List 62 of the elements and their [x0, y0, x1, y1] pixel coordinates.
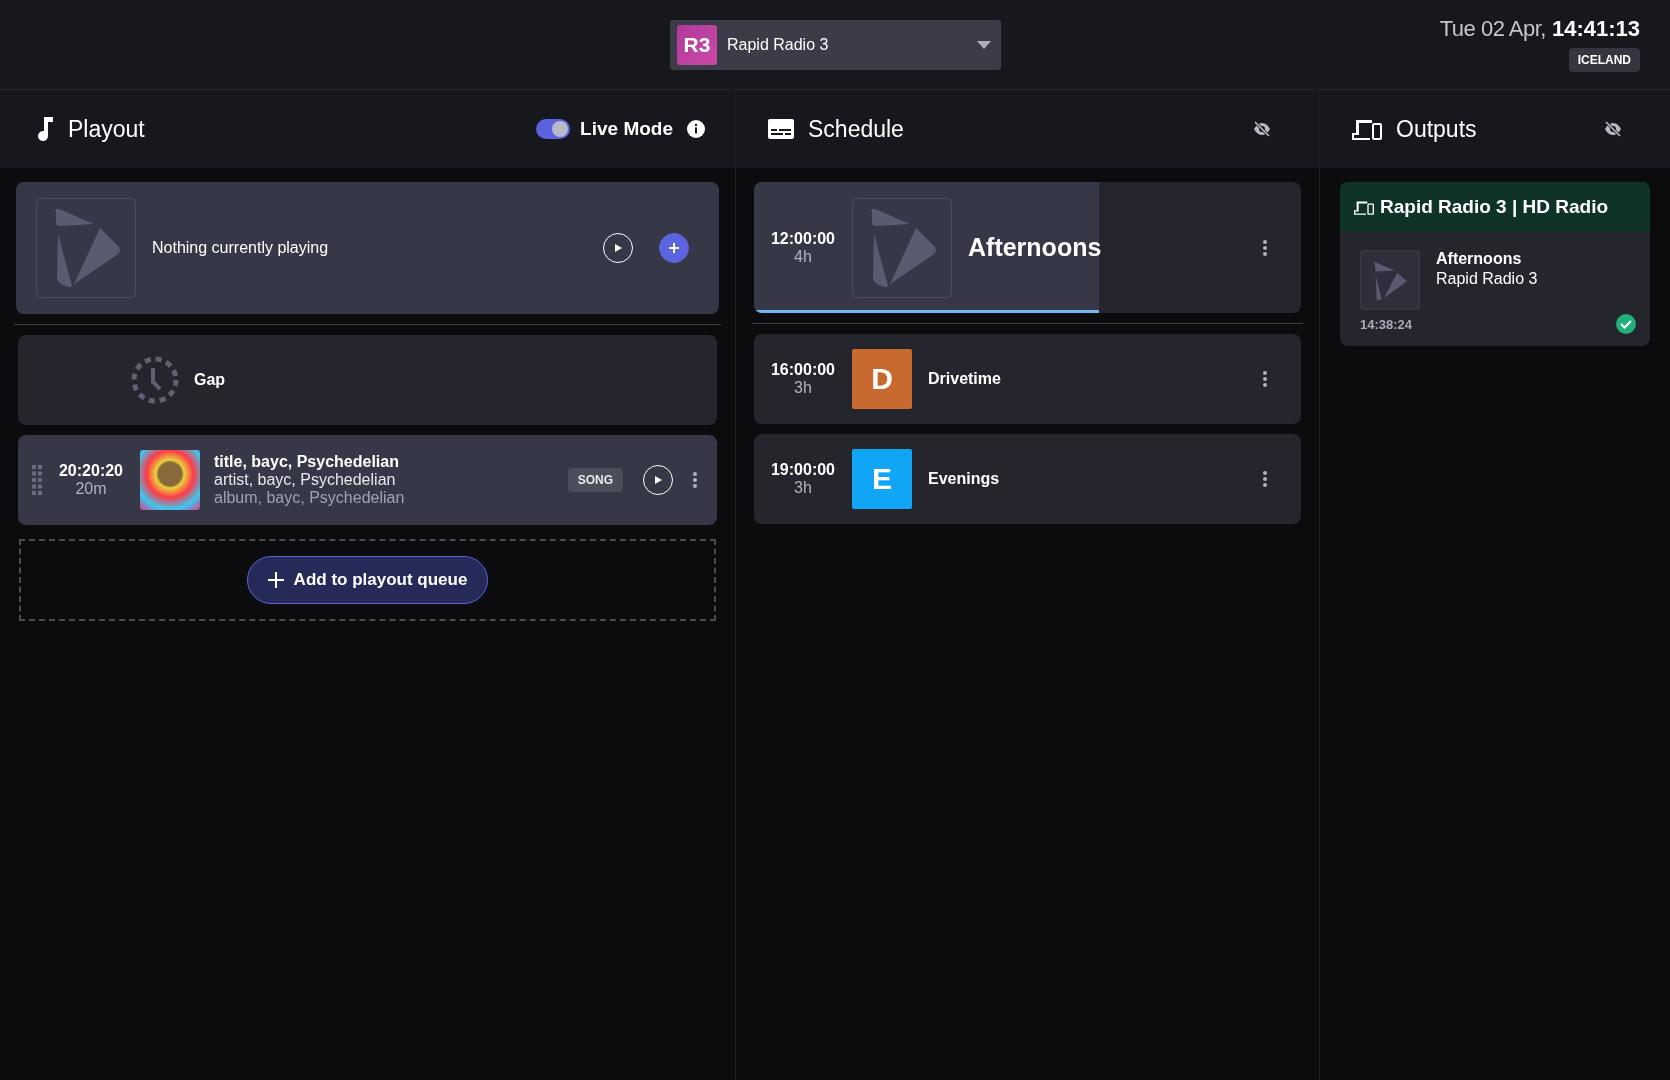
- station-logo: R3: [677, 25, 717, 65]
- more-icon[interactable]: [693, 472, 697, 488]
- start-time: 19:00:00: [770, 461, 835, 479]
- add-button[interactable]: [659, 233, 689, 263]
- start-time: 16:00:00: [770, 361, 835, 379]
- artwork-placeholder: [140, 450, 200, 510]
- song-title: title, bayc, Psychedelian: [214, 453, 400, 471]
- hidden-eye-icon[interactable]: [1604, 121, 1622, 137]
- type-tag: SONG: [567, 468, 623, 492]
- devices-icon: [1352, 118, 1382, 140]
- play-icon: [653, 475, 663, 485]
- show-logo: E: [852, 449, 912, 509]
- schedule-item[interactable]: 16:00:00 3h D Drivetime: [754, 334, 1301, 424]
- more-icon[interactable]: [1263, 371, 1267, 387]
- timezone-badge: ICELAND: [1568, 48, 1640, 72]
- show-name: Afternoons: [1436, 250, 1523, 268]
- live-mode-label: Live Mode: [580, 118, 673, 140]
- song-row[interactable]: 20:20:20 20m title, bayc, Psychedelian artist, bayc, Psychedelian album, bayc, Psychedelian SONG: [18, 435, 717, 525]
- hidden-eye-icon[interactable]: [1253, 121, 1271, 137]
- show-logo: D: [852, 349, 912, 409]
- play-icon: [613, 243, 623, 253]
- duration-text: 20m: [75, 480, 107, 498]
- subtitles-icon: [768, 119, 794, 139]
- panel-title: Schedule: [808, 115, 904, 143]
- start-time: 20:20:20: [58, 462, 123, 480]
- music-note-icon: [38, 117, 54, 141]
- plus-icon: [669, 243, 679, 253]
- schedule-item[interactable]: 12:00:00 4h Afternoons: [754, 182, 1301, 313]
- duration-text: 3h: [794, 479, 812, 497]
- devices-icon: [1354, 199, 1374, 215]
- show-name: Drivetime: [928, 370, 1001, 388]
- start-time: 12:00:00: [770, 229, 835, 248]
- live-mode-toggle[interactable]: [536, 119, 571, 139]
- panel-title: Playout: [68, 115, 145, 143]
- duration-text: 4h: [794, 247, 812, 266]
- gap-label: Gap: [194, 371, 226, 389]
- output-time: 14:38:24: [1360, 316, 1413, 332]
- logo-icon: [852, 197, 952, 298]
- more-icon[interactable]: [1263, 471, 1267, 487]
- logo-icon: [36, 198, 136, 298]
- song-album: album, bayc, Psychedelian: [214, 489, 405, 507]
- station-name: Rapid Radio 3: [727, 36, 830, 54]
- station-name: Rapid Radio 3: [1436, 270, 1538, 288]
- station-selector[interactable]: R3 Rapid Radio 3: [670, 20, 1001, 70]
- date-text: Tue 02 Apr,: [1439, 16, 1546, 42]
- info-icon[interactable]: [687, 120, 705, 138]
- logo-icon: [1360, 250, 1420, 310]
- show-name: Evenings: [928, 470, 1000, 488]
- clock-icon: [130, 355, 180, 405]
- drag-handle-icon[interactable]: [32, 465, 42, 495]
- schedule-item[interactable]: 19:00:00 3h E Evenings: [754, 434, 1301, 524]
- output-name: Rapid Radio 3 | HD Radio: [1380, 196, 1609, 218]
- plus-icon: [267, 572, 284, 588]
- add-to-queue-button[interactable]: Add to playout queue: [246, 556, 489, 604]
- more-icon[interactable]: [1263, 239, 1267, 256]
- now-playing-text: Nothing currently playing: [152, 239, 329, 257]
- clock-time: 14:41:13: [1551, 16, 1640, 42]
- panel-title: Outputs: [1396, 115, 1477, 143]
- duration-text: 3h: [794, 379, 812, 397]
- song-artist: artist, bayc, Psychedelian: [214, 471, 397, 489]
- show-name: Afternoons: [968, 233, 1102, 262]
- caret-icon: [977, 41, 991, 49]
